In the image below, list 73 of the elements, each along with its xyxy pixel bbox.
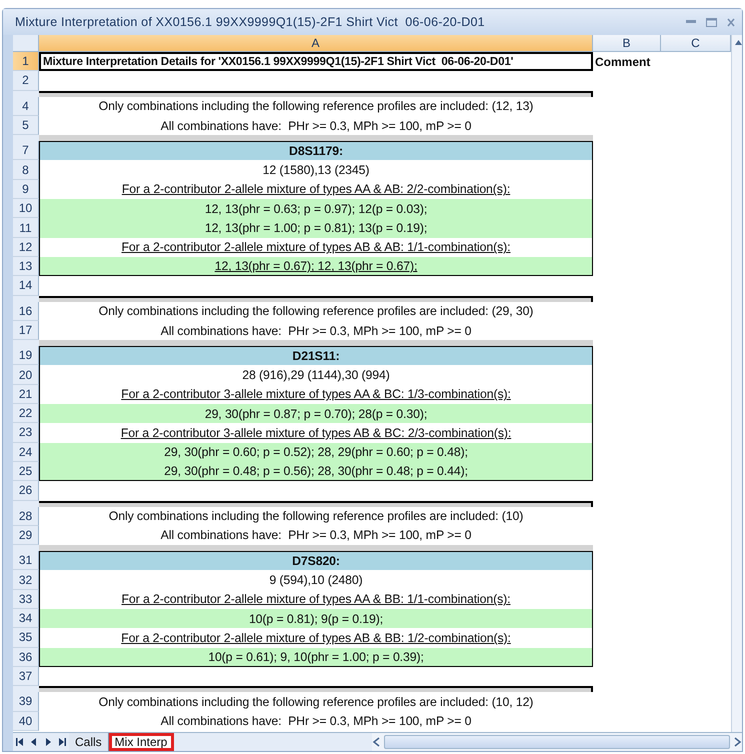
table-cell: 12, 13(phr = 0.63; p = 0.97); 12(p = 0.03);: [39, 199, 593, 218]
table-cell-text: Comment: [594, 54, 652, 71]
row-number[interactable]: 37: [13, 666, 39, 686]
table-cell: 29, 30(phr = 0.87; p = 0.70); 28(p = 0.30);: [39, 404, 593, 424]
sheet-tab[interactable]: Calls: [69, 733, 109, 751]
row-number[interactable]: 32: [13, 570, 39, 590]
left-triangle-icon: [30, 738, 38, 746]
table-cell: For a 2-contributor 2-allele mixture of types AB & BB: 1/2-combination(s):: [39, 628, 593, 648]
table-cell: For a 2-contributor 2-allele mixture of types AA & BB: 1/1-combination(s):: [39, 590, 593, 610]
row-number[interactable]: 17: [13, 320, 39, 340]
row-number[interactable]: 24: [13, 442, 39, 462]
row-number[interactable]: 16: [13, 302, 39, 321]
table-cell: D8S1179:: [39, 141, 593, 160]
table-cell: Mixture Interpretation Details for 'XX0156.1 99XX9999Q1(15)-2F1 Shirt Vict 06-06-20-D01': [39, 52, 593, 72]
horizontal-scrollbar[interactable]: [372, 733, 742, 751]
row-number[interactable]: 35: [13, 628, 39, 648]
last-icon: [58, 738, 66, 746]
row-number[interactable]: 14: [13, 276, 39, 296]
row-number[interactable]: 13: [13, 256, 39, 276]
row-number[interactable]: 33: [13, 590, 39, 610]
select-all-corner[interactable]: [13, 35, 39, 52]
row-number[interactable]: 4: [13, 96, 39, 116]
row-number[interactable]: 34: [13, 609, 39, 628]
right-triangle-icon: [44, 738, 52, 746]
minimize-icon: [686, 20, 696, 24]
column-header[interactable]: B: [593, 35, 661, 52]
row-number[interactable]: 19: [13, 346, 39, 366]
row-number[interactable]: 20: [13, 365, 39, 385]
restore-icon: [706, 18, 716, 26]
table-cell: 10(p = 0.81); 9(p = 0.19);: [39, 609, 593, 628]
table-cell: 28 (916),29 (1144),30 (994): [39, 365, 593, 385]
row-number[interactable]: 29: [13, 526, 39, 546]
row-number[interactable]: 9: [13, 180, 39, 200]
table-cell: D21S11:: [39, 346, 593, 366]
table-cell: For a 2-contributor 3-allele mixture of types AA & BC: 1/3-combination(s):: [39, 384, 593, 404]
row-number[interactable]: 22: [13, 404, 39, 424]
up-arrow-icon: [735, 40, 742, 45]
row-number[interactable]: 5: [13, 116, 39, 136]
table-cell: For a 2-contributor 3-allele mixture of types AB & BC: 2/3-combination(s):: [39, 423, 593, 443]
table-cell: 12, 13(phr = 1.00; p = 0.81); 13(p = 0.19);: [39, 218, 593, 238]
row-number[interactable]: 2: [13, 71, 39, 91]
row-number[interactable]: 8: [13, 160, 39, 180]
row-number[interactable]: 23: [13, 423, 39, 443]
column-header[interactable]: A: [39, 35, 593, 52]
row-number[interactable]: 25: [13, 462, 39, 482]
table-cell: For a 2-contributor 2-allele mixture of types AB & AB: 1/1-combination(s):: [39, 238, 593, 257]
row-number[interactable]: 36: [13, 648, 39, 667]
row-number[interactable]: 26: [13, 481, 39, 501]
row-number[interactable]: 28: [13, 506, 39, 526]
row-number[interactable]: 31: [13, 551, 39, 570]
table-cell: 12, 13(phr = 0.67); 12, 13(phr = 0.67);: [39, 256, 593, 276]
column-header[interactable]: C: [661, 35, 731, 52]
row-number[interactable]: 21: [13, 384, 39, 404]
close-icon: [727, 18, 735, 26]
table-cell: 12 (1580),13 (2345): [39, 160, 593, 180]
row-number[interactable]: 11: [13, 218, 39, 238]
table-cell: 29, 30(phr = 0.48; p = 0.56); 28, 30(phr = 0.48; p = 0.44);: [39, 462, 593, 482]
row-number[interactable]: 39: [13, 692, 39, 712]
row-number[interactable]: 40: [13, 712, 39, 731]
window-title: Mixture Interpretation of XX0156.1 99XX9999Q1(15)-2F1 Shirt Vict 06-06-20-D01: [15, 15, 485, 29]
table-cell: 10(p = 0.61); 9, 10(phr = 1.00; p = 0.39);: [39, 648, 593, 667]
first-icon: [16, 738, 24, 746]
vertical-scrollbar[interactable]: [731, 35, 742, 732]
table-cell: For a 2-contributor 2-allele mixture of types AA & AB: 2/2-combination(s):: [39, 180, 593, 200]
row-number[interactable]: 10: [13, 199, 39, 218]
row-number[interactable]: 7: [13, 141, 39, 160]
table-cell: D7S820:: [39, 551, 593, 570]
table-cell: 9 (594),10 (2480): [39, 570, 593, 590]
sheet-tab[interactable]: Mix Interp: [108, 733, 174, 751]
restore-button[interactable]: [704, 16, 718, 28]
table-cell: 29, 30(phr = 0.60; p = 0.52); 28, 29(phr = 0.60; p = 0.48);: [39, 442, 593, 462]
row-number[interactable]: 1: [13, 52, 39, 72]
row-number[interactable]: 12: [13, 238, 39, 257]
